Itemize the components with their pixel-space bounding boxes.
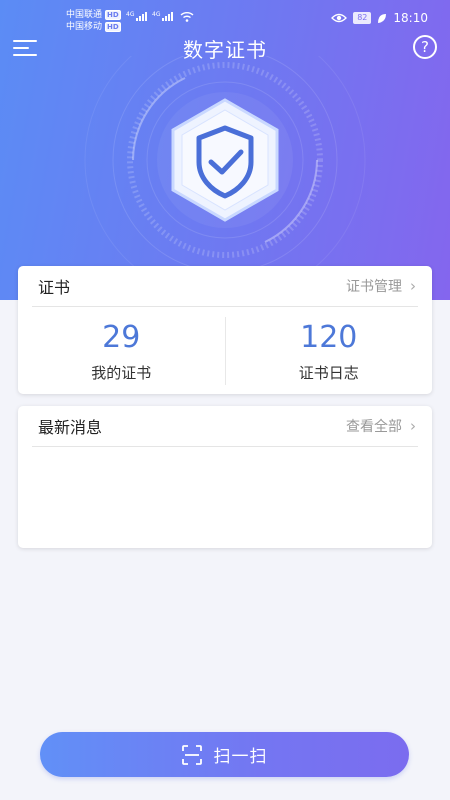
- page-title: 数字证书: [183, 37, 267, 62]
- scan-button[interactable]: 扫一扫: [40, 732, 409, 777]
- network-type-1: 4G: [126, 11, 135, 18]
- certificate-log-label: 证书日志: [298, 363, 359, 382]
- certificate-stats: 29 我的证书 120 证书日志: [18, 307, 432, 395]
- scan-label: 扫一扫: [213, 747, 268, 767]
- wifi-icon: [180, 12, 194, 22]
- chevron-right-icon: ›: [410, 417, 416, 435]
- status-bar: 中国联通 HD 中国移动 HD 4G 4G 82 18:10: [0, 0, 450, 34]
- eye-icon: [331, 13, 348, 23]
- news-card-title: 最新消息: [38, 418, 103, 437]
- view-all-link[interactable]: 查看全部 ›: [346, 416, 416, 436]
- network-type-2: 4G: [152, 11, 161, 18]
- certificate-card-title: 证书: [38, 278, 71, 297]
- leaf-icon: [378, 13, 387, 23]
- certificate-manage-link[interactable]: 证书管理 ›: [346, 276, 416, 296]
- menu-button[interactable]: [13, 40, 37, 56]
- signal-icon: [136, 12, 147, 21]
- chevron-right-icon: ›: [410, 277, 416, 295]
- hero-banner: 中国联通 HD 中国移动 HD 4G 4G 82 18:10 数字证书 ?: [0, 0, 450, 300]
- scan-icon: [181, 744, 202, 765]
- news-list: [18, 447, 432, 547]
- certificate-card-header: 证书 证书管理 ›: [18, 266, 432, 306]
- news-card: 最新消息 查看全部 ›: [18, 406, 432, 548]
- clock: 18:10: [393, 11, 428, 25]
- my-certificates-count: 29: [102, 319, 141, 355]
- help-button[interactable]: ?: [413, 35, 437, 59]
- signal-icon: [162, 12, 173, 21]
- app-bar: 数字证书 ?: [0, 30, 450, 66]
- shield-illustration: [84, 56, 366, 300]
- news-card-header: 最新消息 查看全部 ›: [18, 406, 432, 446]
- certificate-manage-label: 证书管理: [346, 279, 402, 295]
- my-certificates-label: 我的证书: [91, 363, 152, 382]
- carrier-1-label: 中国联通: [66, 10, 103, 20]
- certificate-log-stat[interactable]: 120 证书日志: [226, 307, 433, 395]
- hd-badge: HD: [105, 10, 121, 20]
- my-certificates-stat[interactable]: 29 我的证书: [18, 307, 225, 395]
- certificate-card: 证书 证书管理 › 29 我的证书 120 证书日志: [18, 266, 432, 394]
- certificate-log-count: 120: [300, 319, 358, 355]
- battery-indicator: 82: [353, 12, 372, 24]
- view-all-label: 查看全部: [346, 419, 402, 435]
- help-icon: ?: [421, 38, 429, 56]
